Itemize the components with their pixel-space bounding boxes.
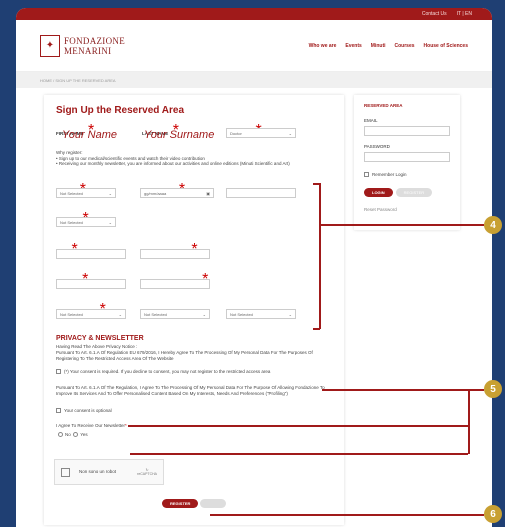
remember-login-checkbox[interactable] — [364, 172, 369, 178]
logo-icon[interactable]: ✦ — [40, 34, 60, 57]
recaptcha-checkbox[interactable] — [61, 467, 70, 477]
chevron-down-icon: ⌄ — [108, 219, 112, 225]
email-confirm-input[interactable] — [140, 249, 210, 259]
login-button[interactable]: LOGIN — [364, 187, 393, 197]
reserved-area-card: RESERVED AREA EMAIL PASSWORD Remember Lo… — [354, 95, 460, 230]
email-input[interactable] — [56, 249, 126, 259]
login-password-input[interactable] — [364, 152, 450, 162]
bracket-line-4 — [319, 183, 321, 329]
bracket-bottom-4 — [313, 328, 320, 330]
dob-input[interactable]: gg/mm/aaaa ▣ — [140, 188, 214, 198]
password-confirm-input[interactable] — [140, 279, 210, 289]
recaptcha-label: Non sono un robot — [79, 469, 117, 475]
newsletter-options: No Yes — [58, 432, 88, 438]
country-select[interactable]: Not Selected ⌄ — [56, 217, 116, 227]
logo[interactable]: FONDAZIONE MENARINI — [64, 36, 125, 56]
consent1-checkbox[interactable] — [56, 369, 61, 375]
newsletter-yes-label: Yes — [80, 432, 88, 437]
privacy-title: PRIVACY & NEWSLETTER — [56, 335, 144, 342]
pointer-line-4 — [320, 224, 484, 226]
remember-login-row[interactable]: Remember Login — [364, 172, 450, 178]
pointer-line-5a — [322, 389, 484, 391]
chevron-down-icon: ⌄ — [202, 311, 206, 317]
recaptcha-logo-icon: ↻ reCAPTCHA — [137, 468, 157, 476]
consent2-checkbox[interactable] — [56, 408, 61, 414]
top-bar: Contact Us IT | EN — [16, 8, 492, 20]
reserved-area-title: RESERVED AREA — [364, 103, 403, 108]
consent2-checkbox-row[interactable]: Your consent is optional — [56, 408, 112, 414]
profession-select[interactable]: Doctor ⌄ — [226, 128, 296, 138]
interest1-select[interactable]: Not Selected ⌄ — [56, 309, 126, 319]
login-password-label: PASSWORD — [364, 144, 390, 149]
login-actions: LOGIN REGISTER — [364, 187, 450, 197]
side-register-button[interactable]: REGISTER — [395, 187, 433, 197]
pointer-line-5b — [128, 425, 468, 427]
callout-5: 5 — [484, 380, 502, 398]
register-actions: REGISTER — [162, 499, 227, 508]
nav-minuti[interactable]: Minuti — [371, 43, 386, 49]
main-nav: Who we are Events Minuti Courses House o… — [309, 43, 468, 49]
login-email-input[interactable] — [364, 126, 450, 136]
site-header: ✦ FONDAZIONE MENARINI Who we are Events … — [16, 20, 492, 72]
breadcrumb-text: HOME / SIGN UP THE RESERVED AREA — [40, 77, 116, 83]
signup-form: Sign Up the Reserved Area FIRST NAME * Y… — [44, 95, 344, 525]
pointer-line-5c — [130, 453, 468, 455]
nav-who-we-are[interactable]: Who we are — [309, 43, 337, 49]
chevron-down-icon: ⌄ — [108, 190, 112, 196]
pointer-line-6 — [210, 514, 484, 516]
password-input[interactable] — [56, 279, 126, 289]
newsletter-label: I Agree To Receive Our Newsletter* — [56, 423, 127, 428]
login-email-label: EMAIL — [364, 118, 378, 123]
interest3-select[interactable]: Not Selected ⌄ — [226, 309, 296, 319]
register-button[interactable]: REGISTER — [162, 499, 199, 508]
callout-4: 4 — [484, 216, 502, 234]
callout-6: 6 — [484, 505, 502, 523]
privacy-read: Having Read The Above Privacy Notice : — [56, 344, 138, 349]
recaptcha[interactable]: Non sono un robot ↻ reCAPTCHA — [54, 459, 164, 485]
telephone-input[interactable] — [226, 188, 296, 198]
logo-line-1: FONDAZIONE — [64, 35, 125, 46]
logo-line-2: MENARINI — [64, 45, 112, 56]
bracket-top-4 — [313, 183, 320, 185]
chevron-down-icon: ⌄ — [288, 311, 292, 317]
bracket-line-5 — [468, 389, 470, 454]
nav-house-of-sciences[interactable]: House of Sciences — [424, 43, 468, 49]
newsletter-yes-radio[interactable] — [73, 432, 79, 438]
calendar-icon: ▣ — [206, 190, 210, 196]
page-title: Sign Up the Reserved Area — [56, 105, 185, 116]
interest2-select[interactable]: Not Selected ⌄ — [140, 309, 210, 319]
last-name-field[interactable]: Your Surname — [144, 129, 214, 141]
nav-courses[interactable]: Courses — [395, 43, 415, 49]
consent2-text: Pursuant To Art. 6.1.A Of The Regulation… — [56, 385, 325, 396]
browser-page: Contact Us IT | EN ✦ FONDAZIONE MENARINI… — [16, 8, 492, 527]
gender-select[interactable]: Not Selected ⌄ — [56, 188, 116, 198]
nav-events[interactable]: Events — [345, 43, 361, 49]
why-register: Why register: • Sign up to our medical/s… — [56, 150, 290, 166]
secondary-button[interactable] — [200, 499, 227, 508]
chevron-down-icon: ⌄ — [288, 130, 292, 136]
reset-password-link[interactable]: Reset Password — [364, 207, 450, 213]
breadcrumb: HOME / SIGN UP THE RESERVED AREA — [16, 72, 492, 88]
contact-link[interactable]: Contact Us — [422, 11, 447, 17]
consent1-checkbox-row[interactable]: (*) Your consent is required. If you dec… — [56, 369, 336, 375]
language-switch[interactable]: IT | EN — [457, 11, 472, 17]
chevron-down-icon: ⌄ — [118, 311, 122, 317]
consent1-text: Pursuant To Art. 6.1.A Of Regulation EU … — [56, 350, 313, 361]
first-name-field[interactable]: Your Name — [62, 129, 117, 141]
newsletter-no-radio[interactable] — [58, 432, 63, 438]
newsletter-no-label: No — [65, 432, 71, 437]
